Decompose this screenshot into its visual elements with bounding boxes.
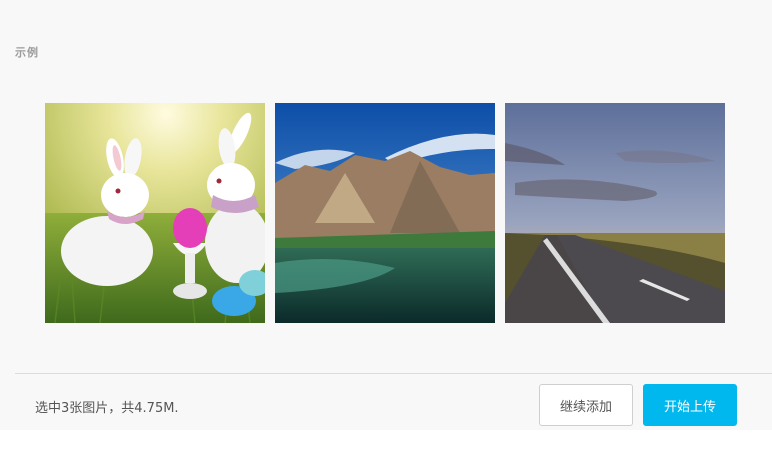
section-label: 示例 bbox=[15, 46, 39, 59]
thumbnail-mountain-lake[interactable] bbox=[275, 103, 495, 323]
continue-adding-button[interactable]: 继续添加 bbox=[539, 384, 633, 426]
thumbnail-easter-bunnies[interactable] bbox=[45, 103, 265, 323]
footer-divider bbox=[15, 373, 772, 374]
upload-panel: 示例 bbox=[0, 0, 772, 430]
thumbnail-road-sunset[interactable] bbox=[505, 103, 725, 323]
thumbnail-list bbox=[45, 103, 725, 323]
easter-bunnies-image bbox=[45, 103, 265, 323]
road-sunset-image bbox=[505, 103, 725, 323]
mountain-lake-image bbox=[275, 103, 495, 323]
selection-status: 选中3张图片，共4.75M. bbox=[35, 401, 179, 416]
start-upload-button[interactable]: 开始上传 bbox=[643, 384, 737, 426]
